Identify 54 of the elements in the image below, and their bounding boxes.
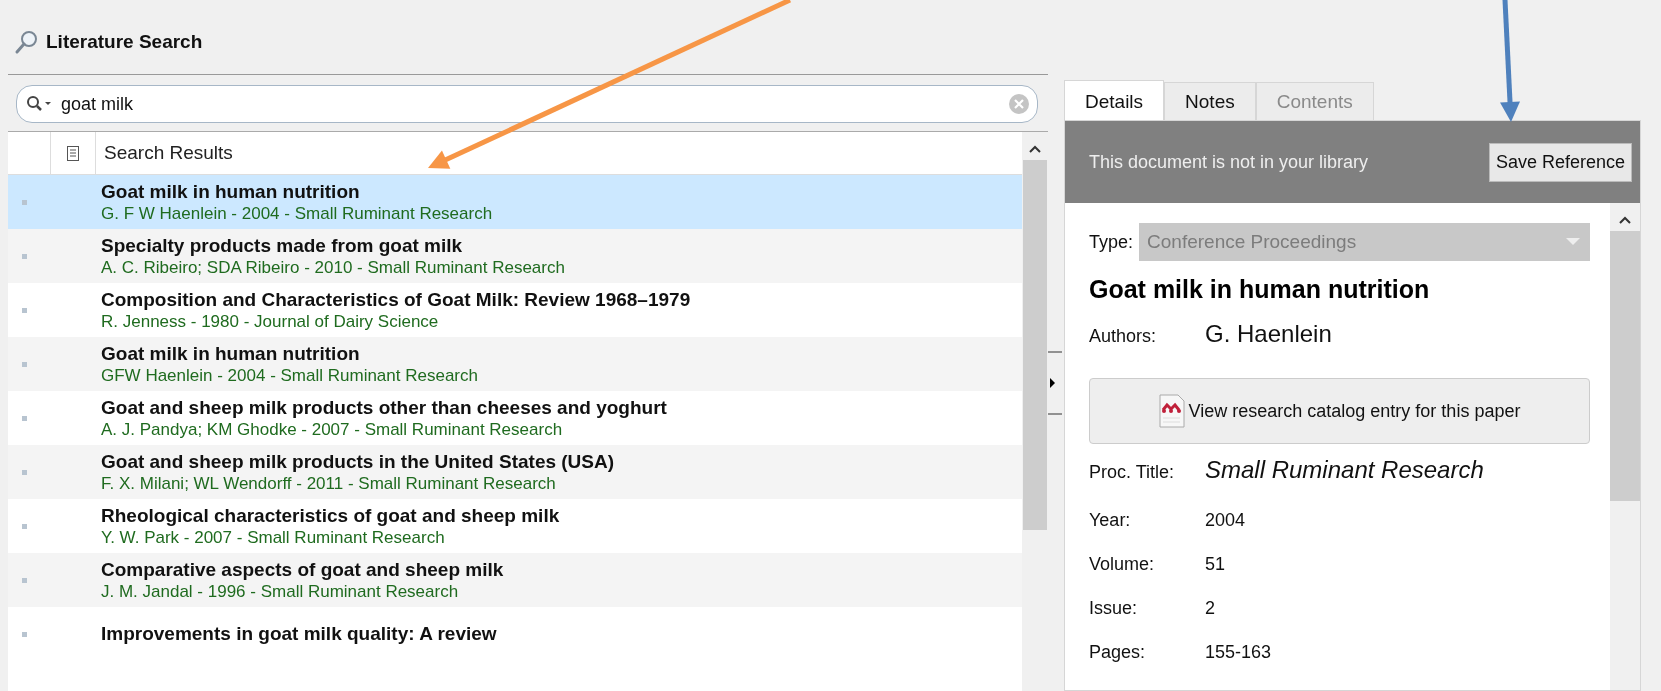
- result-meta: A. J. Pandya; KM Ghodke - 2007 - Small Ruminant Research: [101, 418, 564, 440]
- result-row[interactable]: Goat and sheep milk products in the United States (USA) F. X. Milani; WL Wendorff - 2011 - Small Ruminant Research: [8, 445, 1022, 499]
- field-label: Pages:: [1089, 642, 1147, 663]
- result-title: Improvements in goat milk quality: A review: [101, 623, 497, 645]
- result-meta: G. F W Haenlein - 2004 - Small Ruminant Research: [101, 202, 493, 224]
- result-meta: GFW Haenlein - 2004 - Small Ruminant Research: [101, 364, 478, 386]
- result-row[interactable]: Goat milk in human nutrition G. F W Haenlein - 2004 - Small Ruminant Research: [8, 175, 1022, 229]
- result-title: Rheological characteristics of goat and sheep milk: [101, 504, 560, 527]
- field-value: 2: [1205, 598, 1215, 619]
- panel-title: Literature Search: [46, 31, 203, 53]
- result-title: Comparative aspects of goat and sheep milk: [101, 558, 504, 581]
- result-meta: R. Jenness - 1980 - Journal of Dairy Science: [101, 310, 440, 332]
- result-title: Goat and sheep milk products other than cheeses and yoghurt: [101, 396, 667, 419]
- field-value: Small Ruminant Research: [1205, 456, 1484, 484]
- scroll-up-icon[interactable]: [1028, 144, 1042, 154]
- banner-message: This document is not in your library: [1089, 151, 1369, 173]
- document-icon: [67, 145, 79, 161]
- result-title: Goat milk in human nutrition: [101, 180, 361, 203]
- result-meta: J. M. Jandal - 1996 - Small Ruminant Research: [101, 580, 460, 602]
- scroll-up-icon[interactable]: [1618, 215, 1632, 225]
- result-row[interactable]: Specialty products made from goat milk A. C. Ribeiro; SDA Ribeiro - 2010 - Small Ruminant Research: [8, 229, 1022, 283]
- result-title: Specialty products made from goat milk: [101, 234, 464, 257]
- scrollbar[interactable]: [1022, 132, 1048, 691]
- search-icon: [14, 29, 40, 55]
- field-value: G. Haenlein: [1205, 320, 1332, 348]
- result-title: Goat and sheep milk products in the United States (USA): [101, 450, 615, 473]
- field-value: 51: [1205, 554, 1226, 575]
- result-row[interactable]: Goat milk in human nutrition GFW Haenlein - 2004 - Small Ruminant Research: [8, 337, 1022, 391]
- document-title: Goat milk in human nutrition: [1089, 275, 1431, 304]
- field-label: Type:: [1089, 231, 1134, 253]
- column-header[interactable]: Search Results: [96, 132, 233, 174]
- result-meta: Y. W. Park - 2007 - Small Ruminant Research: [101, 526, 446, 548]
- field-value: 155-163: [1205, 642, 1272, 663]
- search-dropdown-icon[interactable]: [26, 95, 54, 113]
- splitter-handle-icon[interactable]: [1048, 350, 1062, 415]
- search-field[interactable]: goat milk: [16, 85, 1038, 123]
- save-reference-button[interactable]: Save Reference: [1488, 142, 1632, 182]
- tab[interactable]: Notes: [1164, 82, 1256, 120]
- result-meta: F. X. Milani; WL Wendorff - 2011 - Small Ruminant Research: [101, 472, 557, 494]
- field-label: Authors:: [1089, 326, 1158, 347]
- field-value: 2004: [1205, 510, 1246, 531]
- result-title: Goat milk in human nutrition: [101, 342, 361, 365]
- scrollbar[interactable]: [1610, 203, 1640, 690]
- document-icon: [1158, 394, 1185, 428]
- field-label: Issue:: [1089, 598, 1139, 619]
- dropdown-arrow-icon: [1566, 238, 1580, 246]
- result-meta: A. C. Ribeiro; SDA Ribeiro - 2010 - Small Ruminant Research: [101, 256, 565, 278]
- catalog-entry-button[interactable]: View research catalog entry for this paper: [1089, 378, 1590, 444]
- field-label: Year:: [1089, 510, 1132, 531]
- field-label: Volume:: [1089, 554, 1156, 575]
- result-title: Composition and Characteristics of Goat Milk: Review 1968–1979: [101, 288, 691, 311]
- field-label: Proc. Title:: [1089, 462, 1176, 483]
- tab[interactable]: Details: [1064, 80, 1165, 120]
- result-row[interactable]: Comparative aspects of goat and sheep milk J. M. Jandal - 1996 - Small Ruminant Research: [8, 553, 1022, 607]
